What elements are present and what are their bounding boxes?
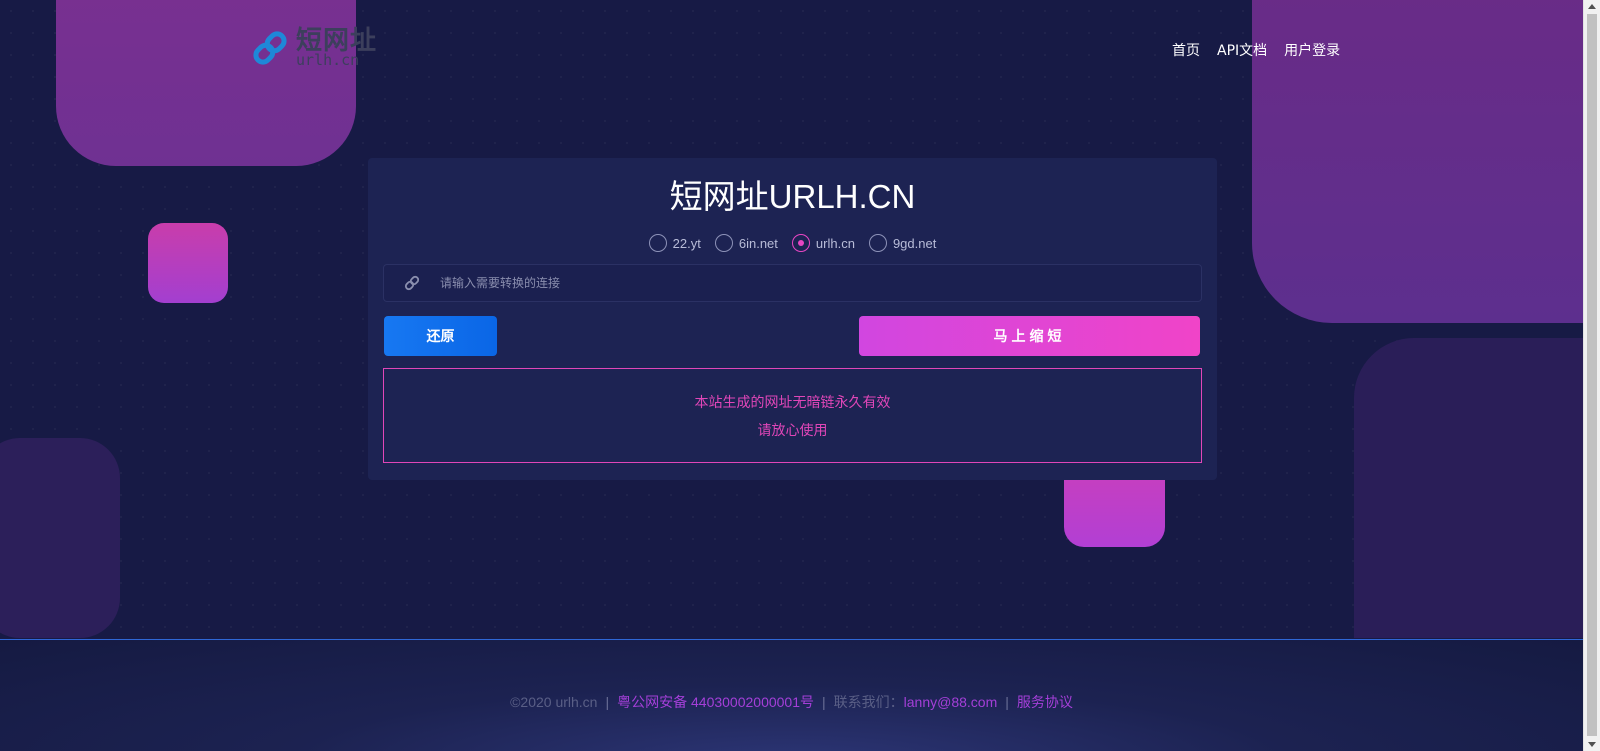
vertical-scrollbar[interactable] bbox=[1583, 0, 1600, 751]
copyright-text: ©2020 urlh.cn bbox=[510, 694, 598, 710]
domain-option-urlh[interactable]: urlh.cn bbox=[791, 234, 855, 252]
radio-circle[interactable] bbox=[868, 234, 887, 252]
link-icon bbox=[384, 265, 440, 301]
footer-separator: | bbox=[605, 694, 610, 710]
domain-option-label: 22.yt bbox=[672, 235, 701, 251]
footer: ©2020 urlh.cn | 粤公网安备 44030002000001号 | 联系我们… bbox=[0, 639, 1583, 751]
main-nav: 首页 API文档 用户登录 bbox=[1172, 40, 1340, 60]
nav-user-login[interactable]: 用户登录 bbox=[1284, 40, 1340, 60]
domain-radio-group: 22.yt 6in.net urlh.cn 9gd.net bbox=[368, 234, 1217, 252]
domain-option-22yt[interactable]: 22.yt bbox=[648, 234, 701, 252]
domain-option-9gd[interactable]: 9gd.net bbox=[868, 234, 937, 252]
decor-shape-small-left bbox=[148, 223, 228, 303]
scroll-up-arrow-icon[interactable] bbox=[1588, 4, 1596, 9]
notice-line-2: 请放心使用 bbox=[757, 422, 828, 439]
restore-button[interactable]: 还原 bbox=[384, 316, 497, 356]
nav-home[interactable]: 首页 bbox=[1172, 40, 1200, 60]
decor-shape-bottom-left bbox=[0, 438, 120, 638]
radio-circle-selected[interactable] bbox=[791, 234, 810, 252]
url-input-wrapper bbox=[383, 264, 1202, 302]
logo[interactable]: 短网址 urlh.cn bbox=[250, 28, 377, 68]
contact-label: 联系我们： bbox=[833, 694, 904, 710]
notice-line-1: 本站生成的网址无暗链永久有效 bbox=[694, 394, 891, 411]
page-title: 短网址URLH.CN bbox=[669, 178, 916, 215]
decor-shape-bottom-right bbox=[1354, 338, 1594, 638]
domain-option-label: urlh.cn bbox=[815, 235, 855, 251]
scrollbar-thumb[interactable] bbox=[1587, 14, 1597, 736]
domain-option-label: 9gd.net bbox=[892, 235, 937, 251]
logo-text-en: urlh.cn bbox=[296, 51, 360, 69]
radio-circle[interactable] bbox=[714, 234, 733, 252]
url-input[interactable] bbox=[440, 265, 1201, 301]
shorten-button[interactable]: 马上缩短 bbox=[859, 316, 1200, 356]
domain-option-label: 6in.net bbox=[738, 235, 778, 251]
chain-link-icon bbox=[253, 31, 287, 65]
email-link[interactable]: lanny@88.com bbox=[904, 694, 998, 710]
domain-option-6in[interactable]: 6in.net bbox=[714, 234, 778, 252]
radio-circle[interactable] bbox=[648, 234, 667, 252]
shortener-card: 短网址URLH.CN 22.yt 6in.net urlh.cn 9gd.net bbox=[368, 158, 1217, 480]
scroll-down-arrow-icon[interactable] bbox=[1588, 742, 1596, 747]
footer-separator: | bbox=[822, 694, 826, 710]
footer-info-line: ©2020 urlh.cn | 粤公网安备 44030002000001号 | 联系我们… bbox=[0, 692, 1583, 712]
header: 短网址 urlh.cn 首页 API文档 用户登录 bbox=[0, 0, 1583, 90]
agreement-link[interactable]: 服务协议 bbox=[1017, 694, 1073, 710]
notice-box: 本站生成的网址无暗链永久有效 请放心使用 bbox=[383, 368, 1202, 463]
nav-api-docs[interactable]: API文档 bbox=[1217, 40, 1267, 60]
beian-link[interactable]: 粤公网安备 44030002000001号 bbox=[617, 694, 814, 710]
footer-separator: | bbox=[1005, 694, 1009, 710]
